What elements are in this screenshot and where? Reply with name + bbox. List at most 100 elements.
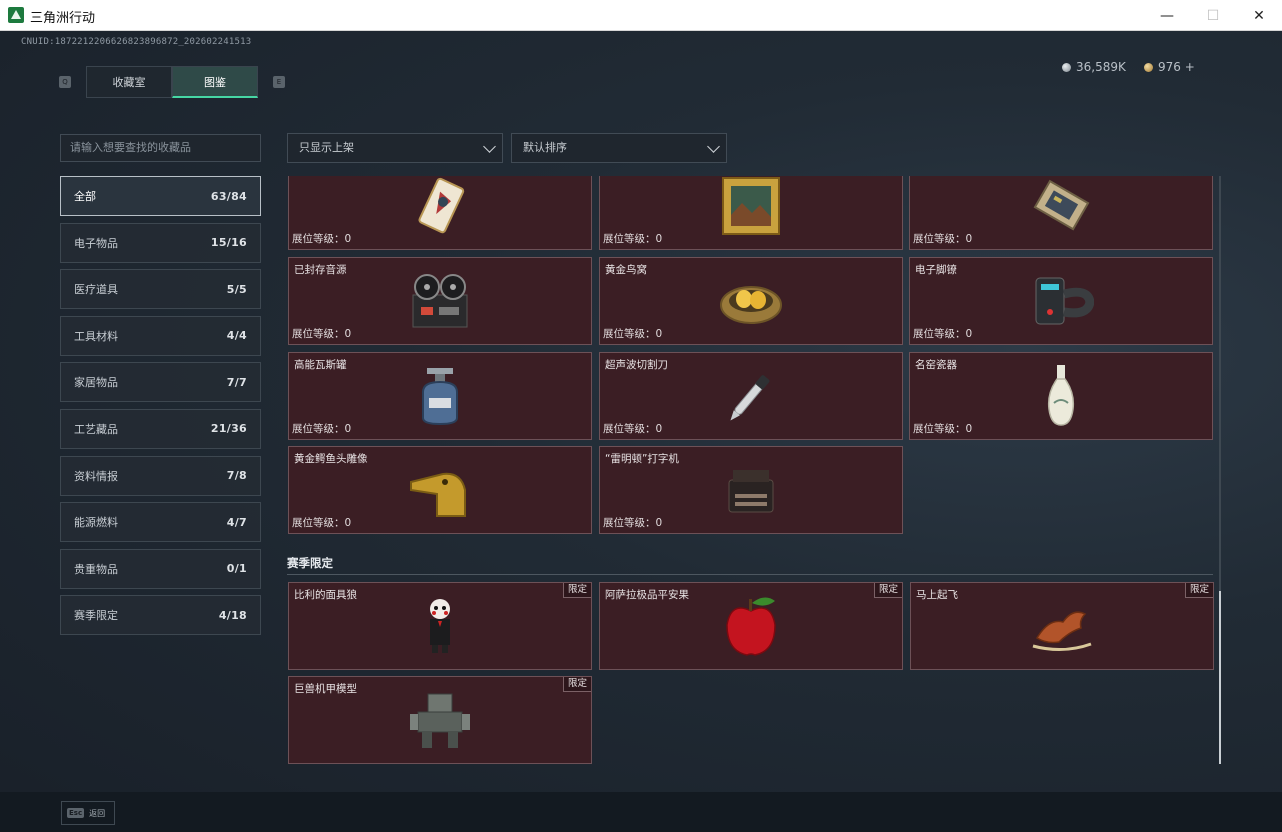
- golden-nest-icon: [716, 269, 786, 333]
- display-level: 展位等级：0: [603, 423, 663, 435]
- gold-amount: 976 +: [1158, 60, 1195, 74]
- sidebar-item-count: 7/8: [226, 469, 247, 483]
- silver-amount: 36,589K: [1076, 60, 1126, 74]
- item-card[interactable]: 超声波切割刀 展位等级：0: [599, 352, 903, 440]
- puppet-doll-icon: [405, 594, 475, 658]
- sidebar-item-season[interactable]: 赛季限定 4/18: [60, 595, 261, 636]
- item-name: 黄金鸟窝: [605, 264, 647, 276]
- sidebar-item-count: 7/7: [226, 375, 247, 389]
- item-card[interactable]: 展位等级：0: [909, 176, 1213, 250]
- sidebar-item-electronics[interactable]: 电子物品 15/16: [60, 222, 261, 263]
- display-level: 展位等级：0: [603, 517, 663, 529]
- red-apple-icon: [716, 594, 786, 658]
- gold-coin-icon: [1144, 62, 1153, 72]
- tab-prev-key-hint[interactable]: Q: [59, 76, 71, 88]
- sidebar-item-all[interactable]: 全部 63/84: [60, 176, 261, 216]
- shelf-filter-dropdown[interactable]: 只显示上架: [287, 133, 503, 163]
- game-viewport: CNUID:1872212206626823896872_20260224151…: [0, 31, 1282, 832]
- sidebar-item-count: 4/18: [218, 608, 247, 622]
- minimize-button[interactable]: —: [1144, 0, 1190, 31]
- sidebar-item-label: 家居物品: [74, 376, 118, 390]
- close-button[interactable]: ✕: [1236, 0, 1282, 31]
- item-name: 超声波切割刀: [605, 359, 668, 371]
- display-level: 展位等级：0: [603, 328, 663, 340]
- sidebar-item-intel[interactable]: 资料情报 7/8: [60, 455, 261, 496]
- season-item-card[interactable]: 巨兽机甲模型 限定: [288, 676, 592, 764]
- sidebar-item-count: 4/7: [226, 515, 247, 529]
- limited-badge: 限定: [562, 677, 591, 692]
- sidebar-item-count: 15/16: [210, 236, 247, 250]
- chevron-down-icon: [483, 140, 496, 153]
- sidebar-item-household[interactable]: 家居物品 7/7: [60, 362, 261, 403]
- search-input[interactable]: 请输入想要查找的收藏品: [60, 134, 261, 162]
- window-title: 三角洲行动: [30, 11, 96, 26]
- item-card[interactable]: 电子脚镣 展位等级：0: [909, 257, 1213, 345]
- sidebar-item-label: 赛季限定: [74, 609, 118, 623]
- tab-next-key-hint[interactable]: E: [273, 76, 285, 88]
- item-card[interactable]: 名窑瓷器 展位等级：0: [909, 352, 1213, 440]
- sidebar-item-count: 4/4: [226, 329, 247, 343]
- esc-key-hint: Esc: [67, 808, 85, 818]
- display-level: 展位等级：0: [913, 423, 973, 435]
- gold-currency[interactable]: 976 +: [1144, 60, 1195, 74]
- sidebar-item-crafts[interactable]: 工艺藏品 21/36: [60, 408, 261, 449]
- back-button[interactable]: Esc 返回: [61, 801, 115, 825]
- silver-coin-icon: [1062, 62, 1071, 72]
- item-name: 巨兽机甲模型: [294, 683, 357, 695]
- season-section-title: 赛季限定: [287, 556, 333, 570]
- back-label: 返回: [89, 808, 106, 818]
- sidebar-item-tools[interactable]: 工具材料 4/4: [60, 315, 261, 356]
- sidebar-item-valuables[interactable]: 贵重物品 0/1: [60, 548, 261, 589]
- tab-catalog[interactable]: 图鉴: [172, 66, 258, 98]
- limited-badge: 限定: [562, 583, 591, 598]
- sort-value: 默认排序: [523, 141, 567, 154]
- sidebar-item-label: 电子物品: [74, 236, 118, 250]
- section-divider: [287, 574, 1213, 575]
- window-titlebar: 三角洲行动 — ☐ ✕: [0, 0, 1282, 31]
- item-card[interactable]: 黄金鳄鱼头雕像 展位等级：0: [288, 446, 592, 534]
- player-uid: CNUID:1872212206626823896872_20260224151…: [21, 37, 252, 47]
- item-card[interactable]: 展位等级：0: [288, 176, 592, 250]
- season-item-card[interactable]: 阿萨拉极品平安果 限定: [599, 582, 903, 670]
- grid-scrollbar-thumb[interactable]: [1219, 591, 1221, 764]
- chevron-down-icon: [707, 140, 720, 153]
- item-name: 高能瓦斯罐: [294, 359, 347, 371]
- item-name: “雷明顿”打字机: [605, 453, 679, 465]
- mecha-model-icon: [405, 688, 475, 752]
- season-item-card[interactable]: 马上起飞 限定: [910, 582, 1214, 670]
- cutter-knife-icon: [716, 364, 786, 428]
- tarot-card-icon: [405, 176, 475, 238]
- item-card[interactable]: 黄金鸟窝 展位等级：0: [599, 257, 903, 345]
- item-name: 阿萨拉极品平安果: [605, 589, 689, 601]
- sidebar-item-label: 医疗道具: [74, 283, 118, 297]
- item-name: 名窑瓷器: [915, 359, 957, 371]
- limited-badge: 限定: [873, 583, 902, 598]
- sidebar-item-label: 全部: [74, 190, 96, 203]
- item-card[interactable]: 展位等级：0: [599, 176, 903, 250]
- sidebar-item-label: 工具材料: [74, 329, 118, 343]
- sidebar-item-medical[interactable]: 医疗道具 5/5: [60, 269, 261, 310]
- display-level: 展位等级：0: [292, 328, 352, 340]
- season-item-card[interactable]: 比利的面具狼 限定: [288, 582, 592, 670]
- item-card[interactable]: 高能瓦斯罐 展位等级：0: [288, 352, 592, 440]
- display-level: 展位等级：0: [292, 233, 352, 245]
- sidebar-item-label: 资料情报: [74, 469, 118, 483]
- item-card[interactable]: 已封存音源 展位等级：0: [288, 257, 592, 345]
- display-level: 展位等级：0: [292, 517, 352, 529]
- display-level: 展位等级：0: [603, 233, 663, 245]
- display-level: 展位等级：0: [913, 233, 973, 245]
- reel-recorder-icon: [405, 269, 475, 333]
- flying-horse-icon: [1027, 594, 1097, 658]
- sidebar-item-count: 5/5: [226, 282, 247, 296]
- item-card[interactable]: “雷明顿”打字机 展位等级：0: [599, 446, 903, 534]
- sidebar-item-label: 工艺藏品: [74, 422, 118, 436]
- top-tabs: 收藏室 图鉴: [86, 66, 258, 98]
- gas-canister-icon: [405, 364, 475, 428]
- maximize-button[interactable]: ☐: [1190, 0, 1236, 31]
- sidebar-item-label: 能源燃料: [74, 516, 118, 530]
- category-sidebar: 全部 63/84 电子物品 15/16 医疗道具 5/5 工具材料 4/4 家居物品 7/…: [60, 176, 261, 642]
- sort-dropdown[interactable]: 默认排序: [511, 133, 727, 163]
- item-name: 已封存音源: [294, 264, 347, 276]
- sidebar-item-energy[interactable]: 能源燃料 4/7: [60, 502, 261, 543]
- tab-collection-room[interactable]: 收藏室: [86, 66, 172, 98]
